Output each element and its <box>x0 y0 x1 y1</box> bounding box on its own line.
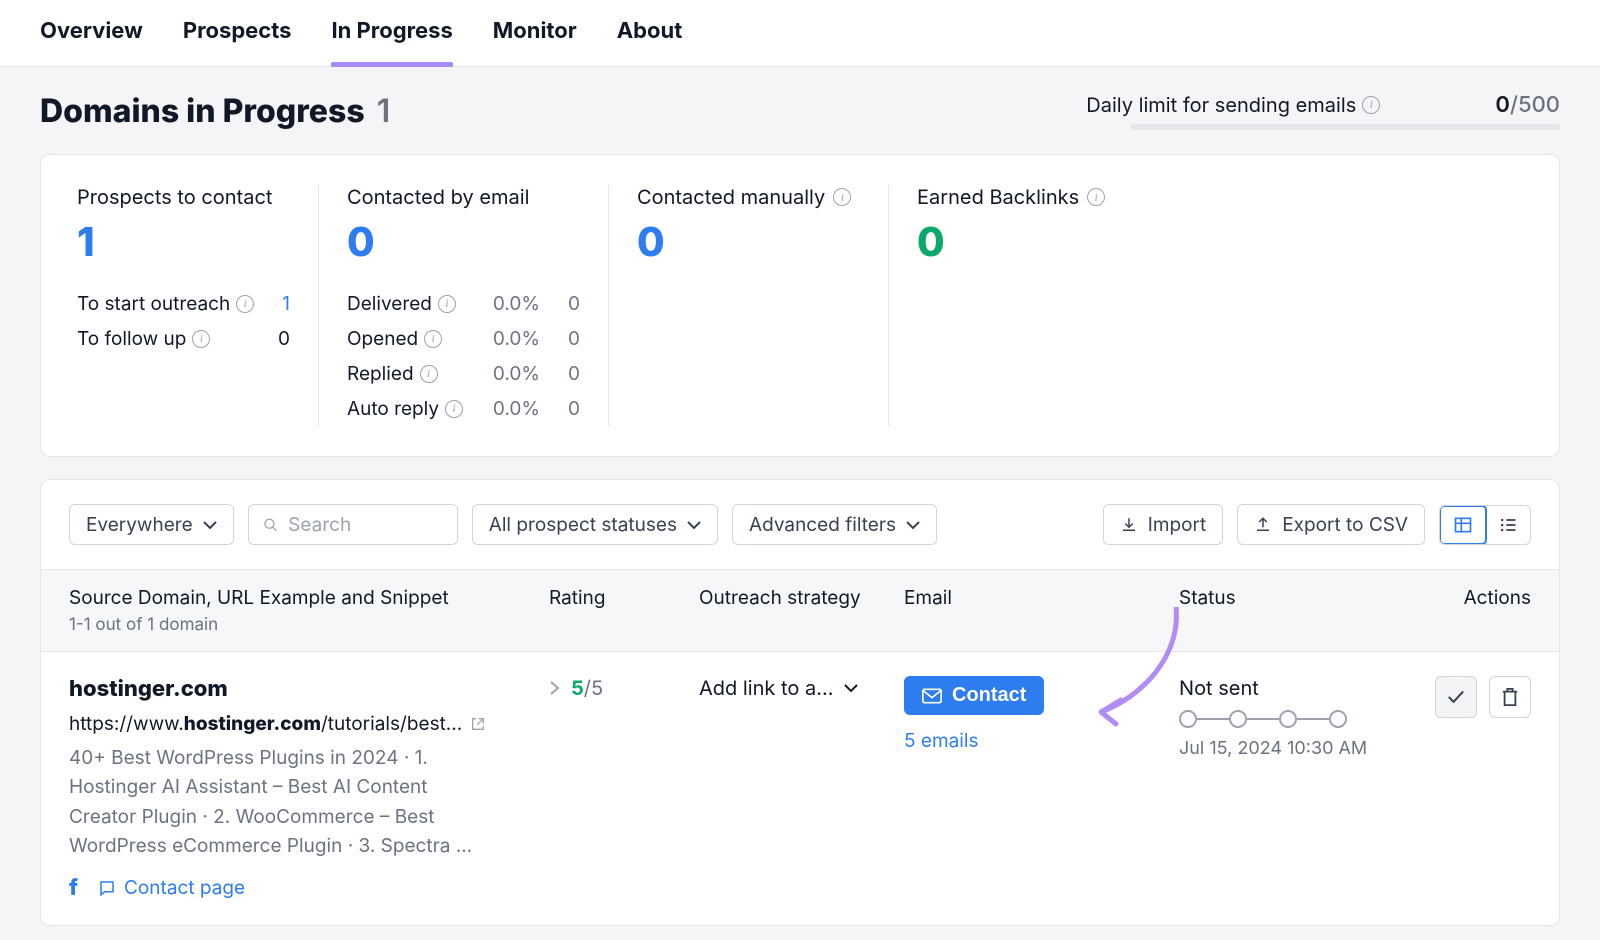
row-url[interactable]: https://www.hostinger.com/tutorials/best… <box>69 712 549 735</box>
stat-contacted-manually: Contacted manually i 0 <box>609 185 889 426</box>
contact-page-link[interactable]: Contact page <box>98 876 245 899</box>
chevron-down-icon <box>203 520 217 530</box>
table-icon <box>1453 515 1473 535</box>
page-title: Domains in Progress 1 <box>40 91 390 130</box>
stat-earned-value[interactable]: 0 <box>917 217 1523 266</box>
chat-icon <box>98 879 116 897</box>
delete-button[interactable] <box>1489 676 1531 718</box>
stat-title: Earned Backlinks <box>917 185 1079 209</box>
row-strategy-dropdown[interactable]: Add link to a... <box>699 676 904 700</box>
mark-done-button[interactable] <box>1435 676 1477 718</box>
th-actions: Actions <box>1429 586 1531 635</box>
stat-title: Prospects to contact <box>77 185 272 209</box>
tab-overview[interactable]: Overview <box>40 18 143 66</box>
info-icon[interactable]: i <box>192 330 210 348</box>
info-icon[interactable]: i <box>424 330 442 348</box>
view-list-button[interactable] <box>1486 506 1530 544</box>
contact-button[interactable]: Contact <box>904 676 1044 715</box>
stat-row-label: To start outreach <box>77 292 230 315</box>
stat-prospects-to-contact: Prospects to contact 1 To start outreach… <box>49 185 319 426</box>
scope-dropdown[interactable]: Everywhere <box>69 504 234 545</box>
th-email: Email <box>904 586 1179 635</box>
row-domain[interactable]: hostinger.com <box>69 676 549 702</box>
chevron-down-icon <box>906 520 920 530</box>
daily-limit-current: 0 <box>1495 92 1510 118</box>
row-strategy-text: Add link to a... <box>699 676 834 700</box>
info-icon[interactable]: i <box>445 400 463 418</box>
tab-about[interactable]: About <box>617 18 683 66</box>
upload-icon <box>1254 516 1272 534</box>
th-source-sub: 1-1 out of 1 domain <box>69 615 549 635</box>
row-snippet: 40+ Best WordPress Plugins in 2024 · 1. … <box>69 743 499 861</box>
mail-icon <box>922 688 942 704</box>
info-icon[interactable]: i <box>833 188 851 206</box>
table-row: hostinger.com https://www.hostinger.com/… <box>41 652 1559 925</box>
row-status-date: Jul 15, 2024 10:30 AM <box>1179 738 1429 759</box>
stat-contacted-by-email: Contacted by email 0 Deliveredi0.0%0 Ope… <box>319 185 609 426</box>
status-progress <box>1179 710 1429 728</box>
view-toggle <box>1439 505 1531 545</box>
info-icon[interactable]: i <box>438 295 456 313</box>
advanced-filters-dropdown[interactable]: Advanced filters <box>732 504 937 545</box>
info-icon[interactable]: i <box>236 295 254 313</box>
daily-limit-max: 500 <box>1518 92 1560 118</box>
search-icon <box>263 516 278 534</box>
stat-row-label: To follow up <box>77 327 186 350</box>
daily-limit: Daily limit for sending emails i 0/500 <box>1086 92 1560 130</box>
stat-row-label: Auto reply <box>347 397 439 420</box>
view-table-button[interactable] <box>1439 505 1487 545</box>
stat-row-label: Replied <box>347 362 414 385</box>
list-icon <box>1498 515 1518 535</box>
stat-contacted-manual-value[interactable]: 0 <box>637 217 860 266</box>
stat-title: Contacted manually <box>637 185 825 209</box>
daily-limit-bar <box>1130 124 1560 130</box>
tab-prospects[interactable]: Prospects <box>183 18 292 66</box>
th-rating: Rating <box>549 586 699 635</box>
th-status: Status <box>1179 586 1429 635</box>
info-icon[interactable]: i <box>1087 188 1105 206</box>
tab-in-progress[interactable]: In Progress <box>331 18 452 66</box>
export-csv-button[interactable]: Export to CSV <box>1237 504 1425 545</box>
search-input[interactable] <box>288 513 443 536</box>
table-header: Source Domain, URL Example and Snippet 1… <box>41 569 1559 652</box>
status-filter-dropdown[interactable]: All prospect statuses <box>472 504 718 545</box>
stat-row-value[interactable]: 1 <box>282 292 290 315</box>
stat-prospects-value[interactable]: 1 <box>77 217 290 266</box>
search-input-wrap[interactable] <box>248 504 458 545</box>
row-rating[interactable]: 5/5 <box>549 676 699 700</box>
stat-row-value: 0 <box>278 327 290 350</box>
import-button[interactable]: Import <box>1103 504 1223 545</box>
info-icon[interactable]: i <box>420 365 438 383</box>
page-title-count: 1 <box>377 91 391 130</box>
row-status: Not sent <box>1179 676 1429 700</box>
chevron-down-icon <box>687 520 701 530</box>
stat-row-label: Opened <box>347 327 418 350</box>
th-strategy: Outreach strategy <box>699 586 904 635</box>
stat-row-label: Delivered <box>347 292 432 315</box>
info-icon[interactable]: i <box>1362 96 1380 114</box>
page-title-text: Domains in Progress <box>40 91 365 130</box>
daily-limit-label: Daily limit for sending emails i <box>1086 93 1380 117</box>
download-icon <box>1120 516 1138 534</box>
stat-title: Contacted by email <box>347 185 529 209</box>
emails-link[interactable]: 5 emails <box>904 729 1179 752</box>
top-tabs: Overview Prospects In Progress Monitor A… <box>0 0 1600 67</box>
chevron-right-icon <box>549 680 561 696</box>
stat-contacted-email-value[interactable]: 0 <box>347 217 580 266</box>
tab-monitor[interactable]: Monitor <box>493 18 577 66</box>
facebook-icon[interactable]: f <box>69 875 78 901</box>
th-source: Source Domain, URL Example and Snippet <box>69 586 449 609</box>
external-link-icon <box>470 716 486 732</box>
chevron-down-icon <box>844 683 858 693</box>
trash-icon <box>1501 687 1519 707</box>
stat-earned-backlinks: Earned Backlinks i 0 <box>889 185 1551 426</box>
check-icon <box>1446 689 1466 705</box>
